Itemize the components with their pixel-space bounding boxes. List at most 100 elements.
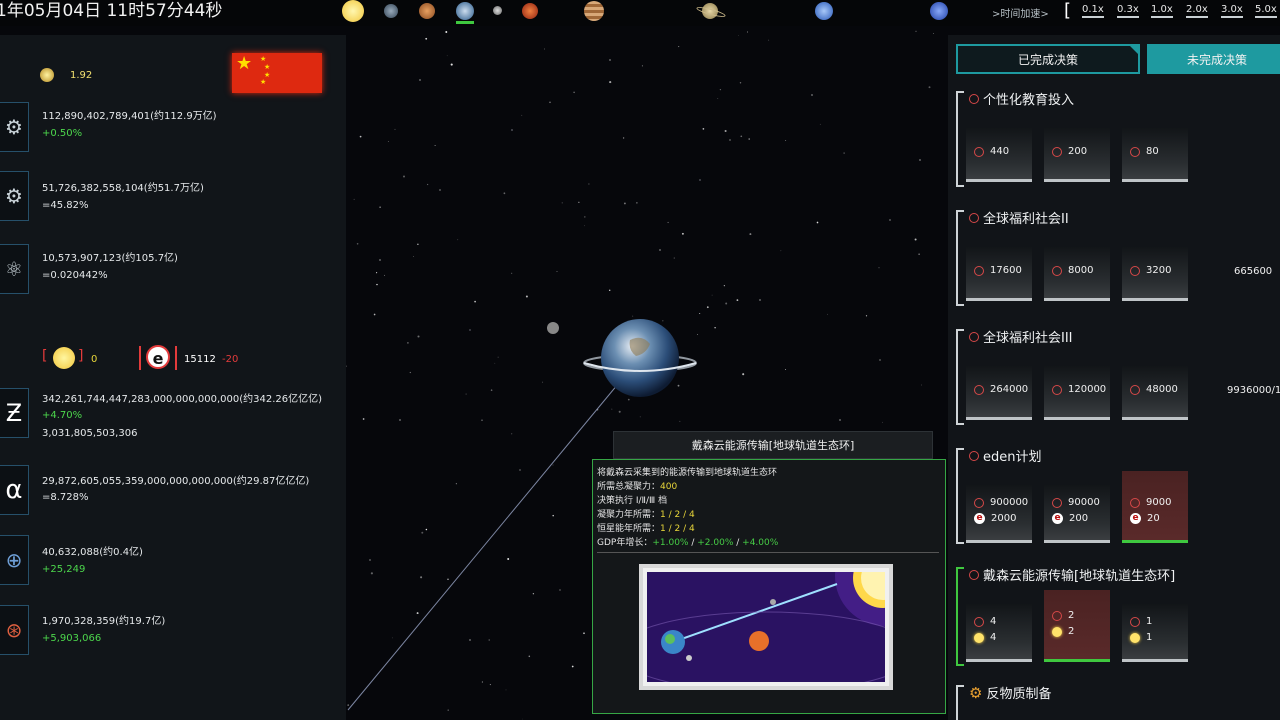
atom-icon: ⚛: [5, 257, 23, 281]
decision-title: eden计划: [969, 446, 1042, 465]
tooltip-divider: [597, 552, 939, 553]
globe-icon: ⊕: [5, 548, 23, 572]
decision-option-tier1[interactable]: 900000 e 2000: [966, 485, 1032, 543]
resource-box-2[interactable]: ⚙: [0, 171, 29, 221]
resource-6-value: 40,632,088(约0.4亿): [42, 547, 143, 558]
sun-icon: [53, 347, 75, 369]
cohesion-icon: [1052, 265, 1062, 276]
venus-selector-icon[interactable]: [419, 3, 435, 19]
tooltip-description: 将戴森云采集到的能源传输到地球轨道生态环: [597, 468, 778, 478]
uranus-selector-icon[interactable]: [815, 2, 833, 20]
decision-title: 个性化教育投入: [969, 89, 1074, 108]
e-currency-icon: e: [1130, 513, 1141, 524]
speed-0.1x-button[interactable]: 0.1x: [1082, 4, 1104, 18]
decision-share-icon: [969, 450, 979, 461]
stats-panel: 1.92 ★ ★ ★ ★ ★ ⚙ 112,890,402,789,401(约11…: [0, 35, 346, 720]
decision-option-tier1[interactable]: 264000: [966, 366, 1032, 420]
decision-title: 全球福利社会II: [969, 208, 1069, 227]
decision-title: ⚙ 反物质制备: [969, 683, 1052, 703]
decision-option-tier3[interactable]: 1 1: [1122, 604, 1188, 662]
decision-option-tier3[interactable]: 3200: [1122, 247, 1188, 301]
sun-selector-icon[interactable]: [342, 0, 364, 22]
decision-option-tier1[interactable]: 17600: [966, 247, 1032, 301]
moon: [547, 322, 559, 334]
decision-tooltip-title: 戴森云能源传输[地球轨道生态环]: [613, 431, 933, 459]
network-icon: ⊛: [5, 618, 23, 642]
decision-option-tier3[interactable]: 48000: [1122, 366, 1188, 420]
tab-pending-decisions[interactable]: 未完成决策: [1147, 44, 1280, 74]
speed-1.0x-button[interactable]: 1.0x: [1151, 4, 1173, 18]
time-speed-label: >时间加速>: [992, 9, 1049, 20]
resource-7-value: 1,970,328,359(约19.7亿): [42, 616, 166, 627]
cohesion-icon: [974, 616, 984, 627]
decision-share-icon: [969, 331, 979, 342]
stellar-energy-icon: [1052, 626, 1062, 637]
speed-5.0x-button[interactable]: 5.0x: [1255, 4, 1277, 18]
resource-3-ratio: =0.020442%: [42, 270, 108, 281]
group-bracket: [956, 91, 964, 187]
resource-1-change: +0.50%: [42, 128, 83, 139]
neptune-selector-icon[interactable]: [930, 2, 948, 20]
cohesion-icon: [974, 384, 984, 395]
decision-option-tier2[interactable]: 90000 e 200: [1044, 485, 1110, 543]
resource-4-value: 342,261,744,447,283,000,000,000,000(约342…: [42, 394, 323, 405]
resource-2-ratio: =45.82%: [42, 200, 89, 211]
resource-5-ratio: =8.728%: [42, 492, 89, 503]
mars-selector-icon[interactable]: [522, 3, 538, 19]
resource-5-value: 29,872,605,055,359,000,000,000,000(约29.8…: [42, 476, 310, 487]
decision-option-tier2-selected[interactable]: 2 2: [1044, 590, 1110, 662]
cohesion-icon: [1052, 610, 1062, 621]
moon-selector-icon[interactable]: [493, 6, 502, 15]
earth-selector-icon[interactable]: [456, 2, 474, 20]
gear-icon: ⚙: [5, 184, 23, 208]
jupiter-selector-icon[interactable]: [584, 1, 604, 21]
resource-4-change: +4.70%: [42, 410, 83, 421]
decision-title: 全球福利社会III: [969, 327, 1073, 346]
cohesion-icon: [1130, 497, 1140, 508]
resource-2-value: 51,726,382,558,104(约51.7万亿): [42, 183, 204, 194]
cohesion-icon: [974, 146, 984, 157]
speed-3.0x-button[interactable]: 3.0x: [1221, 4, 1243, 18]
mercury-selector-icon[interactable]: [384, 4, 398, 18]
resource-box-7[interactable]: ⊛: [0, 605, 29, 655]
e-currency-delta: -20: [222, 354, 239, 365]
resource-6-change: +25,249: [42, 564, 86, 575]
resource-box-5[interactable]: α: [0, 465, 29, 515]
cohesion-icon: [1130, 146, 1140, 157]
culture-value: 1.92: [70, 70, 93, 81]
tab-completed-decisions[interactable]: 已完成决策: [956, 44, 1140, 74]
resource-box-3[interactable]: ⚛: [0, 244, 29, 294]
tooltip-illustration-frame: [639, 564, 893, 690]
earth-planet[interactable]: [601, 319, 679, 397]
decision-option-tier2[interactable]: 200: [1044, 128, 1110, 182]
cohesion-icon: [1130, 265, 1140, 276]
decision-option-tier3-selected[interactable]: 9000 e 20: [1122, 471, 1188, 543]
decision-share-icon: [969, 569, 979, 580]
energy-beam: [347, 383, 619, 711]
resource-7-change: +5,903,066: [42, 633, 102, 644]
e-currency-value: 15112: [184, 354, 216, 365]
decision-option-tier3[interactable]: 80: [1122, 128, 1188, 182]
e-currency-icon: e: [146, 345, 170, 369]
tooltip-gdp-growth: GDP年增长：+1.00% / +2.00% / +4.00%: [597, 538, 779, 548]
decision-option-tier2[interactable]: 120000: [1044, 366, 1110, 420]
decision-option-tier1[interactable]: 4 4: [966, 604, 1032, 662]
china-flag[interactable]: ★ ★ ★ ★ ★: [232, 53, 322, 93]
resource-box-4[interactable]: Ƶ: [0, 388, 29, 438]
sun-bracket-open: [: [42, 348, 48, 364]
group-bracket: [956, 329, 964, 425]
decision-share-icon: [969, 93, 979, 104]
tooltip-stellar-yearly: 恒星能年所需：1 / 2 / 4: [597, 524, 695, 534]
tooltip-tiers: 决策执行 Ⅰ/Ⅱ/Ⅲ 档: [597, 496, 668, 506]
decision-option-tier2[interactable]: 8000: [1044, 247, 1110, 301]
resource-box-6[interactable]: ⊕: [0, 535, 29, 585]
speed-2.0x-button[interactable]: 2.0x: [1186, 4, 1208, 18]
antimatter-gear-icon: ⚙: [969, 683, 983, 702]
decision-extra-value: 665600: [1234, 266, 1273, 277]
top-bar: 1年05月04日 11时57分44秒 >时间加速> [ 0.1x 0.3x 1.…: [0, 0, 1280, 26]
resource-box-1[interactable]: ⚙: [0, 102, 29, 152]
speed-0.3x-button[interactable]: 0.3x: [1117, 4, 1139, 18]
decision-option-tier1[interactable]: 440: [966, 128, 1032, 182]
resource-4-extra: 3,031,805,503,306: [42, 428, 138, 439]
decisions-panel: 已完成决策 未完成决策 个性化教育投入 440 200 80 全球福利社会II …: [948, 35, 1280, 720]
